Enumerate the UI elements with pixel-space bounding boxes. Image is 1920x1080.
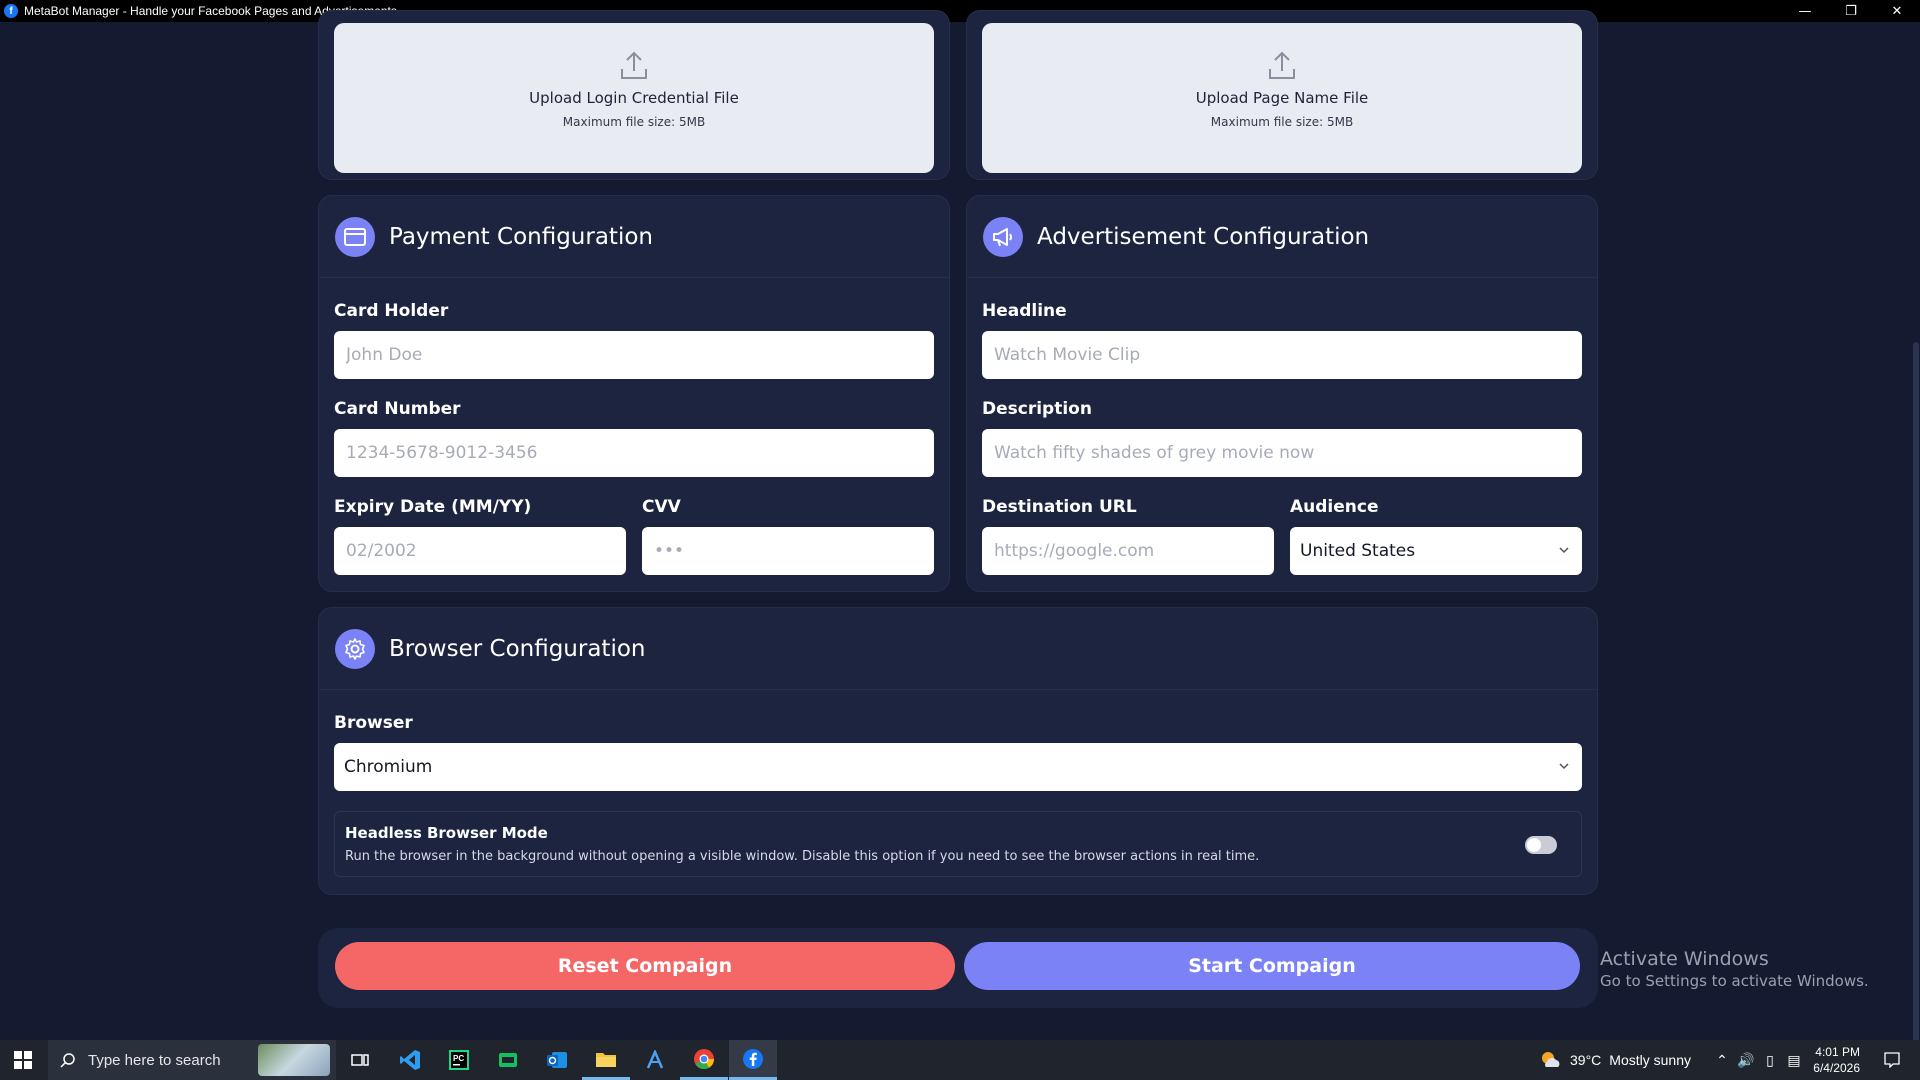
volume-icon[interactable]: 🔊 (1734, 1052, 1758, 1069)
credential-upload-label: Upload Login Credential File (529, 89, 739, 107)
notification-icon (1884, 1052, 1900, 1068)
windows-start-button[interactable] (0, 1040, 46, 1080)
minimize-button[interactable]: — (1782, 0, 1828, 22)
close-button[interactable]: ✕ (1874, 0, 1920, 22)
cvv-label: CVV (642, 497, 681, 517)
system-tray: ⌃ 🔊 ▯ ▤ (1710, 1040, 1806, 1080)
page-name-upload-label: Upload Page Name File (1195, 89, 1369, 107)
browser-selected-value: Chromium (344, 757, 433, 777)
page-name-card: Upload Page Name File Maximum file size:… (966, 10, 1598, 180)
login-credential-card: Upload Login Credential File Maximum fil… (318, 10, 950, 180)
sun-cloud-icon (1542, 1052, 1560, 1067)
headline-input[interactable] (982, 331, 1582, 379)
card-holder-label: Card Holder (334, 301, 449, 321)
taskbar: Type here to search PC 39°C Mostly sunny… (0, 1040, 1920, 1080)
browser-card-header: Browser Configuration (319, 608, 1597, 690)
description-input[interactable] (982, 429, 1582, 477)
gear-icon (335, 628, 375, 669)
file-explorer-icon[interactable] (582, 1040, 630, 1080)
start-campaign-button[interactable]: Start Compaign (964, 942, 1580, 990)
browser-select[interactable]: Chromium (334, 743, 1582, 791)
browser-label: Browser (334, 713, 413, 733)
weather-condition: Mostly sunny (1609, 1052, 1691, 1068)
page-name-upload-dropzone[interactable]: Upload Page Name File Maximum file size:… (982, 23, 1582, 173)
maximize-button[interactable]: ❐ (1828, 0, 1874, 22)
outlook-icon[interactable] (533, 1040, 581, 1080)
description-label: Description (982, 399, 1092, 419)
arc-app-icon[interactable] (631, 1040, 679, 1080)
browser-card-title: Browser Configuration (389, 635, 646, 662)
advertisement-card-header: Advertisement Configuration (967, 196, 1597, 278)
facebook-logo-icon: f (4, 4, 18, 18)
browser-configuration-card: Browser Configuration Browser Chromium H… (318, 607, 1598, 895)
chevron-down-icon (1559, 763, 1569, 770)
task-view-icon[interactable] (336, 1040, 384, 1080)
toggle-knob (1527, 838, 1541, 852)
chevron-down-icon (1559, 547, 1569, 554)
credit-card-icon (335, 216, 375, 257)
advertisement-configuration-card: Advertisement Configuration Headline Des… (966, 195, 1598, 592)
battery-icon[interactable]: ▯ (1758, 1052, 1782, 1069)
windows-logo-icon (14, 1051, 32, 1069)
headline-label: Headline (982, 301, 1067, 321)
terminal-icon[interactable] (484, 1040, 532, 1080)
payment-card-header: Payment Configuration (319, 196, 949, 278)
payment-configuration-card: Payment Configuration Card Holder Card N… (318, 195, 950, 592)
clock-date: 6/4/2026 (1813, 1061, 1860, 1075)
search-highlight-image (258, 1044, 330, 1076)
notification-center-button[interactable] (1872, 1040, 1912, 1080)
facebook-app-icon[interactable] (729, 1040, 777, 1080)
headless-mode-description: Run the browser in the background withou… (345, 849, 1260, 864)
headless-mode-title: Headless Browser Mode (345, 824, 548, 842)
search-icon (60, 1053, 75, 1068)
card-holder-input[interactable] (334, 331, 934, 379)
chevron-up-icon[interactable]: ⌃ (1710, 1052, 1734, 1069)
upload-icon (1269, 51, 1295, 79)
taskbar-search-box[interactable]: Type here to search (48, 1040, 336, 1080)
credential-upload-size-hint: Maximum file size: 5MB (562, 115, 706, 129)
action-bar: Reset Compaign Start Compaign (318, 928, 1598, 1008)
payment-card-title: Payment Configuration (389, 223, 653, 250)
search-placeholder: Type here to search (88, 1051, 221, 1069)
activate-windows-subtitle: Go to Settings to activate Windows. (1600, 972, 1869, 990)
headless-mode-panel: Headless Browser Mode Run the browser in… (334, 811, 1582, 877)
svg-text:PC: PC (453, 1054, 464, 1063)
audience-label: Audience (1290, 497, 1379, 517)
megaphone-icon (983, 216, 1023, 257)
headless-mode-toggle[interactable] (1525, 836, 1557, 854)
upload-icon (621, 51, 647, 79)
audience-selected-value: United States (1300, 541, 1416, 561)
cvv-input[interactable] (642, 527, 934, 575)
vs-code-icon[interactable] (386, 1040, 434, 1080)
destination-url-label: Destination URL (982, 497, 1137, 517)
audience-select[interactable]: United States (1290, 527, 1582, 575)
card-number-label: Card Number (334, 399, 461, 419)
destination-url-input[interactable] (982, 527, 1274, 575)
expiry-date-label: Expiry Date (MM/YY) (334, 497, 532, 517)
clock[interactable]: 4:01 PM 6/4/2026 (1808, 1040, 1860, 1080)
weather-widget[interactable]: 39°C Mostly sunny (1538, 1040, 1691, 1080)
clock-time: 4:01 PM (1815, 1045, 1860, 1059)
reset-campaign-button[interactable]: Reset Compaign (335, 942, 955, 990)
scrollbar[interactable] (1912, 22, 1920, 1062)
page-name-upload-size-hint: Maximum file size: 5MB (1210, 115, 1354, 129)
pycharm-icon[interactable]: PC (435, 1040, 483, 1080)
weather-temperature: 39°C (1570, 1052, 1602, 1068)
advertisement-card-title: Advertisement Configuration (1037, 223, 1370, 250)
expiry-date-input[interactable] (334, 527, 626, 575)
chrome-icon[interactable] (680, 1040, 728, 1080)
activate-windows-title: Activate Windows (1600, 948, 1769, 970)
card-number-input[interactable] (334, 429, 934, 477)
scrollbar-thumb[interactable] (1913, 342, 1919, 1062)
activate-windows-watermark: Activate Windows Go to Settings to activ… (1600, 948, 1869, 990)
network-icon[interactable]: ▤ (1782, 1052, 1806, 1069)
credential-upload-dropzone[interactable]: Upload Login Credential File Maximum fil… (334, 23, 934, 173)
